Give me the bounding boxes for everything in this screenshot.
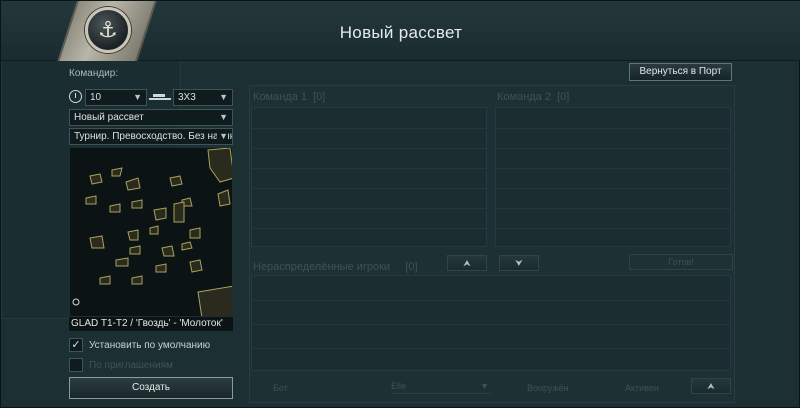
unassigned-list[interactable] xyxy=(251,275,731,371)
footer-up-button[interactable]: ⮝ xyxy=(691,378,731,394)
list-row-divider xyxy=(496,168,730,169)
double-chevron-up-icon: ⮝ xyxy=(707,381,715,391)
team2-header: Команда 2 [0] xyxy=(497,91,569,103)
chevron-down-icon: ▼ xyxy=(219,112,228,122)
list-row-divider xyxy=(252,300,730,301)
map-caption: GLAD T1-T2 / 'Гвоздь' - 'Молоток' xyxy=(69,317,233,331)
list-row-divider xyxy=(252,324,730,325)
list-row-divider xyxy=(252,208,486,209)
unassigned-label: Нераспределённые игроки xyxy=(253,261,391,273)
list-row-divider xyxy=(496,128,730,129)
invite-checkbox[interactable] xyxy=(69,358,83,372)
map-preview xyxy=(69,147,233,317)
team-size-value: 3X3 xyxy=(178,92,196,103)
team1-count: [0] xyxy=(313,91,326,103)
move-up-button[interactable]: ⮝ xyxy=(447,255,487,271)
window: ⚓ Новый рассвет Командир: Вернуться в По… xyxy=(0,0,800,408)
ready-button[interactable]: Готов! xyxy=(629,254,733,270)
ship-type-value: Elle xyxy=(391,381,407,391)
default-checkbox-label: Установить по умолчанию xyxy=(89,340,211,351)
window-title: Новый рассвет xyxy=(339,23,463,42)
list-row-divider xyxy=(496,228,730,229)
chevron-down-icon: ▼ xyxy=(219,92,228,102)
list-row-divider xyxy=(496,188,730,189)
map-islands-graphic xyxy=(72,148,232,316)
time-select[interactable]: 10 ▼ xyxy=(85,89,147,106)
list-row-divider xyxy=(252,128,486,129)
double-chevron-up-icon: ⮝ xyxy=(463,258,471,268)
map-select-value: Новый рассвет xyxy=(74,112,144,123)
team1-label: Команда 1 xyxy=(253,91,307,103)
list-row-divider xyxy=(496,148,730,149)
double-chevron-down-icon: ⮟ xyxy=(515,258,523,268)
chevron-down-icon: ▼ xyxy=(133,92,142,102)
active-label: Активен xyxy=(625,383,659,393)
team-size-select[interactable]: 3X3 ▼ xyxy=(173,89,233,106)
team1-header: Команда 1 [0] xyxy=(253,91,325,103)
ships-icon xyxy=(149,94,171,100)
list-row-divider xyxy=(252,348,730,349)
list-row-divider xyxy=(252,148,486,149)
invite-checkbox-label: По приглашениям xyxy=(89,360,173,371)
default-checkbox[interactable]: ✓ xyxy=(69,338,83,352)
bot-label: Бот xyxy=(273,383,288,393)
chevron-down-icon: ▼ xyxy=(217,129,228,144)
team1-list[interactable] xyxy=(251,107,487,247)
ship-type-select[interactable]: Elle ▼ xyxy=(391,378,491,394)
commander-label: Командир: xyxy=(69,68,119,79)
scenario-select[interactable]: Турнир. Превосходство. Без наблюда ▼ xyxy=(69,128,233,145)
list-row-divider xyxy=(252,228,486,229)
create-button[interactable]: Создать xyxy=(69,377,233,399)
unassigned-count: [0] xyxy=(405,261,418,273)
list-row-divider xyxy=(252,188,486,189)
clock-icon xyxy=(69,90,82,103)
map-select[interactable]: Новый рассвет ▼ xyxy=(69,109,233,126)
team2-list[interactable] xyxy=(495,107,731,247)
title-bar: ⚓ Новый рассвет xyxy=(1,1,800,61)
chevron-down-icon: ▼ xyxy=(480,381,489,391)
scenario-select-value: Турнир. Превосходство. Без наблюда xyxy=(74,131,233,142)
team2-count: [0] xyxy=(557,91,570,103)
time-select-value: 10 xyxy=(90,92,102,103)
list-row-divider xyxy=(252,168,486,169)
armed-label: Вооружён xyxy=(527,383,569,393)
team2-label: Команда 2 xyxy=(497,91,551,103)
unassigned-header: Нераспределённые игроки [0] xyxy=(253,261,418,273)
list-row-divider xyxy=(496,208,730,209)
move-down-button[interactable]: ⮟ xyxy=(499,255,539,271)
back-to-port-button[interactable]: Вернуться в Порт xyxy=(629,63,732,81)
